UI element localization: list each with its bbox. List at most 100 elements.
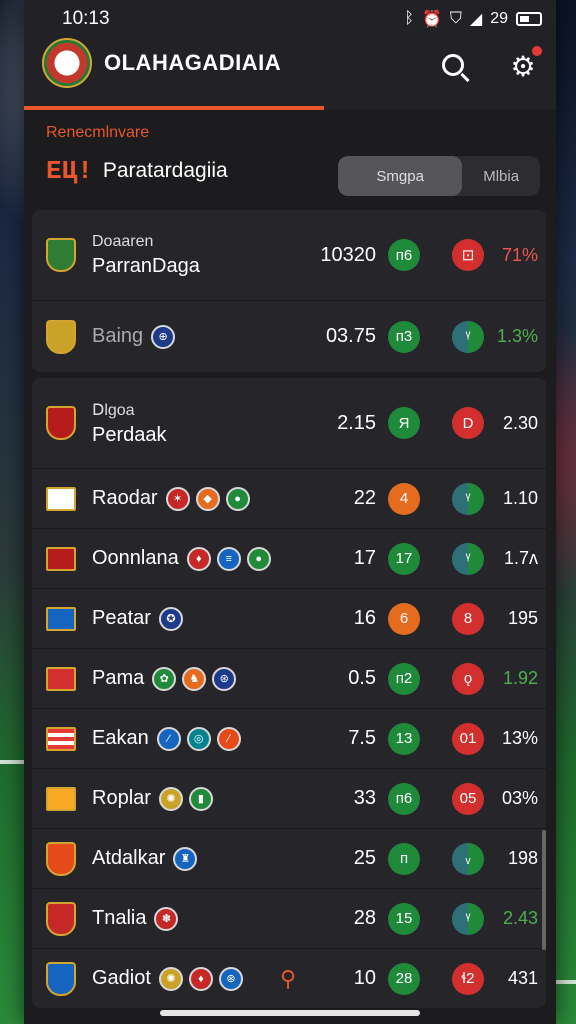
table-row[interactable]: Tnalia ✽ 28 15 ᵞ 2.43 [32,888,546,948]
crest-icon: ⊕ [151,324,176,349]
table-row[interactable]: Doaaren ParranDaga 10320 ᴨ6 ⊡ 71% [32,210,546,300]
team-name: Gadiot [92,967,151,989]
team-label: Ⅾlgoa [92,401,135,419]
brand: OLAHAGADIAIA [42,38,281,88]
result-badge: ǫ [452,662,484,695]
mini-icons: ⁄ ◎ ⁄ [156,726,241,751]
table-row[interactable]: Eakan ⁄ ◎ ⁄ 7.5 13 01 13% [32,708,546,768]
form-badge: 17 [388,542,420,575]
team-name: Raodar [92,487,158,509]
team-name: Eakan [92,727,149,749]
result-badge: ᵞ [452,482,484,515]
team-badge-icon [46,841,76,876]
result-badge: 8 [452,602,484,635]
team-label: Doaaren [92,232,154,250]
standings-card-top: Doaaren ParranDaga 10320 ᴨ6 ⊡ 71% Baing … [32,210,546,372]
result-badge: 01 [452,722,484,755]
shield-icon: ⛉ [449,10,462,27]
result-badge: 05 [452,782,484,815]
notification-dot [532,46,542,56]
crest-icon: ✪ [158,606,183,631]
toggle-option-primary[interactable]: Smgpa [338,156,463,196]
team-percentage: 71% [501,244,538,265]
status-icons: ᛒ ⏰ ⛉ ◢ 29 [404,9,542,29]
result-badge: ᵥ [452,842,484,875]
section-header: Renecmlnvare ЕЦ! Paratardagiia Smgpa Mlb… [24,110,556,210]
team-badge-icon [46,238,76,272]
result-badge: D [452,407,484,439]
search-icon[interactable]: ⚲ [280,966,296,992]
crest-icon: ✿ [152,666,177,691]
form-badge: 6 [388,602,420,635]
app-window: OLAHAGADIAIA ⚙ Renecmlnvare ЕЦ! Paratard… [24,0,556,1024]
battery-level: 29 [490,10,508,27]
crest-icon: ✶ [165,486,190,511]
team-badge-icon [46,319,76,354]
crest-icon: ♦ [186,546,211,571]
team-name: Perdaak [92,423,167,446]
crest-icon: ◆ [195,486,220,511]
table-row[interactable]: Pama ✿ ♞ ⊛ 0.5 ᴨ2 ǫ 1.92 [32,648,546,708]
team-stat: 03.75 [325,325,376,347]
team-badge-icon [46,786,76,811]
search-button[interactable] [440,52,470,82]
mini-icons: ✺ ♦ ⊛ [158,966,243,991]
team-percentage: 1.92 [502,668,538,688]
table-row[interactable]: Raodar ✶ ◆ ● 22 4 ᵞ 1.10 [32,468,546,528]
crest-icon: ♞ [182,666,207,691]
crest-icon: ⁄ [156,726,181,751]
bluetooth-icon: ᛒ [404,10,414,27]
table-row[interactable]: Roplar ✺ ▮ 33 ᴨ6 05 03% [32,768,546,828]
table-row[interactable]: Gadiot ✺ ♦ ⊛ ⚲ 10 28 ɬ2 431 [32,948,546,1008]
team-stat: 25 [353,847,376,869]
team-badge-icon [46,486,76,511]
table-row[interactable]: Oonnlana ♦ ≡ ● 17 17 ᵞ 1.7ʌ [32,528,546,588]
table-row[interactable]: Ⅾlgoa Perdaak 2.15 Я D 2.30 [32,378,546,468]
team-stat: 0.5 [348,667,376,689]
signal-icon: ◢ [469,11,483,28]
alarm-icon: ⏰ [421,11,442,28]
form-badge: 28 [388,962,420,995]
table-row[interactable]: Peatar ✪ 16 6 8 195 [32,588,546,648]
team-badge-icon [46,961,76,996]
form-badge: 4 [388,482,420,515]
team-block: Ⅾlgoa Perdaak [92,400,167,447]
form-badge: ᴨ6 [388,782,420,815]
team-percentage: 1.10 [502,488,538,508]
standings-card-main: Ⅾlgoa Perdaak 2.15 Я D 2.30 Raodar ✶ ◆ ●… [32,378,546,1008]
team-stat: 22 [353,487,376,509]
search-icon [442,54,464,76]
crest-icon: ≡ [216,546,241,571]
table-row[interactable]: Atdalkar ♜ 25 ᴨ ᵥ 198 [32,828,546,888]
crest-icon: ✽ [154,906,179,931]
battery-icon [516,12,542,26]
form-badge: 15 [388,902,420,935]
team-badge-icon [46,726,76,751]
team-badge-icon [46,666,76,691]
table-row[interactable]: Baing ⊕ 03.75 ᴨ3 ᵞ 1.3% [32,300,546,372]
mini-icons: ⊕ [151,324,176,349]
crest-icon: ● [225,486,250,511]
settings-button[interactable]: ⚙ [508,46,542,82]
result-badge: ɬ2 [452,962,484,995]
team-stat: 7.5 [348,727,376,749]
crest-icon: ♦ [188,966,213,991]
home-indicator[interactable] [160,1010,420,1016]
result-badge: ⊡ [452,239,484,271]
team-name: Peatar [92,607,151,629]
team-stat: 2.15 [337,411,376,434]
team-name: Tnalia [92,907,147,929]
scrollbar[interactable] [542,830,546,950]
team-percentage: 1.3% [496,326,538,346]
mini-icons: ✶ ◆ ● [165,486,250,511]
section-title: Paratardagiia [102,159,228,182]
form-badge: ᴨ [388,842,420,875]
header-actions: ⚙ [440,38,542,82]
toggle-option-secondary[interactable]: Mlbia [462,156,540,196]
mini-icons: ♜ [173,846,198,871]
result-badge: ᵞ [452,320,484,353]
mini-icons: ✽ [154,906,179,931]
team-badge-icon [46,406,76,440]
form-badge: ᴨ3 [388,320,420,353]
team-stat: 10 [353,967,376,989]
